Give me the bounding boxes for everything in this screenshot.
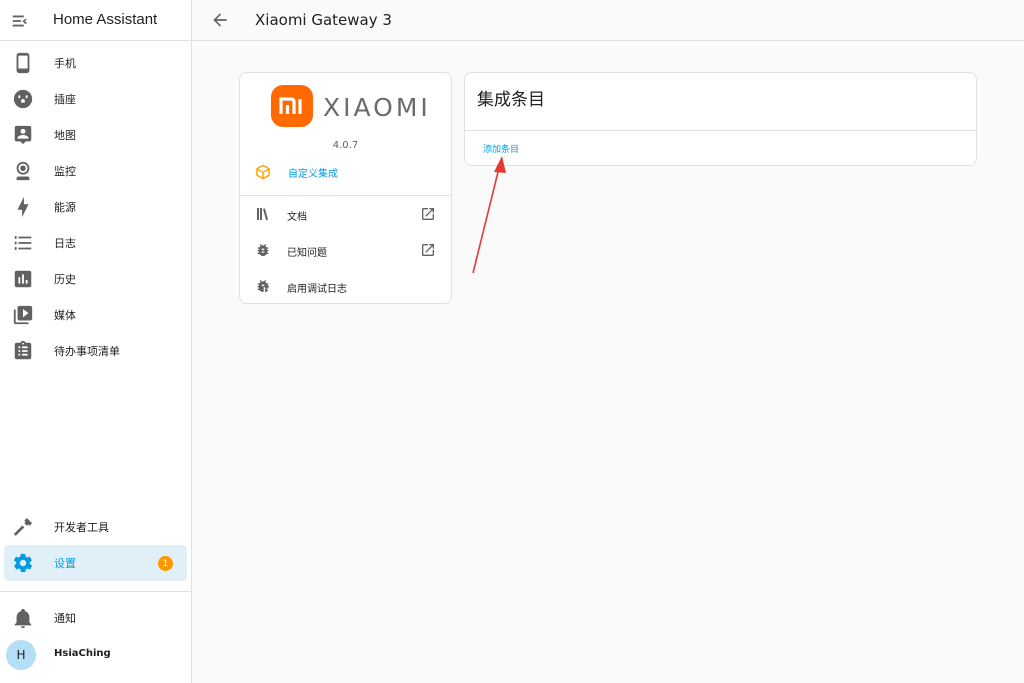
annotation-arrow-icon — [472, 156, 506, 274]
documentation-link[interactable]: 文档 — [240, 197, 451, 231]
menu-collapse-icon[interactable] — [10, 10, 32, 32]
map-account-icon — [12, 124, 34, 146]
sidebar-item-label: 媒体 — [54, 309, 76, 322]
format-list-bulleted-icon — [12, 232, 34, 254]
link-label: 文档 — [287, 212, 307, 223]
bookshelf-icon — [255, 206, 271, 222]
sidebar-item-label: 手机 — [54, 57, 76, 70]
sidebar-item-energy[interactable]: 能源 — [4, 189, 187, 225]
bell-icon — [12, 607, 34, 629]
page-title: Xiaomi Gateway 3 — [255, 11, 392, 29]
sidebar-item-label: 开发者工具 — [54, 521, 109, 534]
integration-info-card: XIAOMI 4.0.7 自定义集成 文档 已知问题 启用调试日志 — [239, 72, 452, 304]
back-arrow-icon[interactable] — [210, 10, 230, 30]
custom-integration-label: 自定义集成 — [288, 168, 338, 180]
phone-icon — [12, 52, 34, 74]
top-bar: Xiaomi Gateway 3 — [192, 0, 1024, 41]
sidebar-item-developer-tools[interactable]: 开发者工具 — [4, 509, 187, 545]
sidebar-item-label: 日志 — [54, 237, 76, 250]
mi-logo-icon — [271, 85, 313, 127]
lightning-bolt-icon — [12, 196, 34, 218]
sidebar-footer: 通知 — [0, 600, 191, 636]
sidebar-item-monitor[interactable]: 监控 — [4, 153, 187, 189]
play-box-multiple-icon — [12, 304, 34, 326]
entries-title: 集成条目 — [477, 90, 545, 110]
sidebar: Home Assistant 手机 插座 地图 监控 能源 日志 历史 媒体 待… — [0, 0, 192, 683]
sidebar-item-label: 能源 — [54, 201, 76, 214]
sidebar-nav: 手机 插座 地图 监控 能源 日志 历史 媒体 待办事项清单 — [0, 45, 191, 369]
app-title: Home Assistant — [53, 11, 158, 28]
sidebar-item-settings[interactable]: 设置 1 — [4, 545, 187, 581]
enable-debug-logging-button[interactable]: 启用调试日志 — [240, 269, 451, 303]
card-divider — [240, 195, 451, 196]
user-name: HsiaChing — [54, 648, 111, 659]
open-in-new-icon — [420, 242, 436, 258]
card-divider — [465, 130, 976, 131]
sidebar-item-label: 插座 — [54, 93, 76, 106]
sidebar-item-phone[interactable]: 手机 — [4, 45, 187, 81]
clipboard-list-icon — [12, 340, 34, 362]
sidebar-bottom-nav: 开发者工具 设置 1 — [0, 509, 191, 581]
integration-version: 4.0.7 — [332, 140, 359, 151]
hammer-icon — [12, 516, 34, 538]
brand-logo: XIAOMI — [271, 85, 428, 127]
cog-icon — [12, 552, 34, 574]
open-in-new-icon — [420, 206, 436, 222]
sidebar-item-logbook[interactable]: 日志 — [4, 225, 187, 261]
link-label: 已知问题 — [287, 248, 327, 259]
sidebar-item-label: 历史 — [54, 273, 76, 286]
sidebar-item-outlet[interactable]: 插座 — [4, 81, 187, 117]
brand-wordmark: XIAOMI — [323, 93, 431, 122]
custom-integration-badge[interactable]: 自定义集成 — [254, 161, 338, 183]
sidebar-item-map[interactable]: 地图 — [4, 117, 187, 153]
integration-entries-card: 集成条目 添加条目 — [464, 72, 977, 166]
sidebar-item-label: 通知 — [54, 612, 76, 625]
avatar: H — [6, 640, 36, 670]
known-issues-link[interactable]: 已知问题 — [240, 233, 451, 267]
sidebar-item-todo[interactable]: 待办事项清单 — [4, 333, 187, 369]
sidebar-item-notifications[interactable]: 通知 — [4, 600, 187, 636]
webcam-icon — [12, 160, 34, 182]
sidebar-item-label: 地图 — [54, 129, 76, 142]
sidebar-header: Home Assistant — [0, 0, 191, 41]
sidebar-user[interactable]: H HsiaChing — [0, 632, 191, 676]
outlet-icon — [12, 88, 34, 110]
sidebar-divider — [0, 591, 191, 592]
bug-icon — [255, 242, 271, 258]
sidebar-item-label: 设置 — [54, 557, 76, 570]
package-icon — [254, 163, 272, 181]
link-label: 启用调试日志 — [287, 284, 347, 295]
sidebar-item-label: 监控 — [54, 165, 76, 178]
sidebar-item-media[interactable]: 媒体 — [4, 297, 187, 333]
notification-badge: 1 — [158, 556, 173, 571]
add-entry-button[interactable]: 添加条目 — [483, 142, 519, 155]
sidebar-item-history[interactable]: 历史 — [4, 261, 187, 297]
chart-box-icon — [12, 268, 34, 290]
sidebar-item-label: 待办事项清单 — [54, 345, 120, 358]
bug-play-icon — [255, 278, 271, 294]
